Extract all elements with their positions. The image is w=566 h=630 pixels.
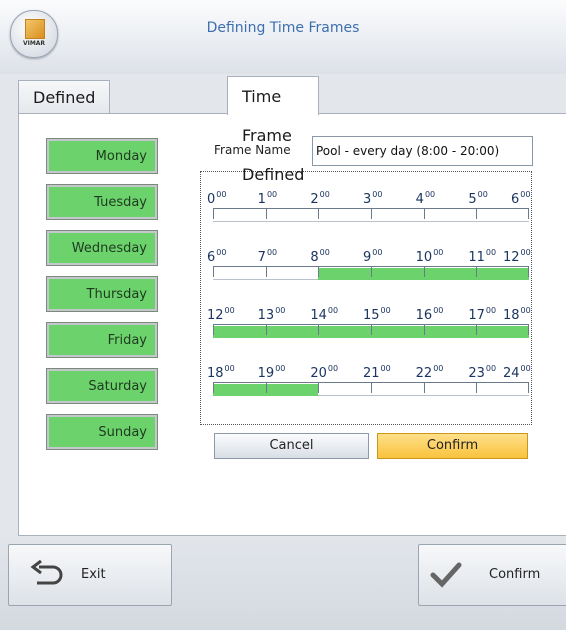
hour-label: 400 <box>415 190 436 207</box>
hour-tick <box>476 383 478 393</box>
hour-label: 1300 <box>257 306 286 323</box>
hour-label: 200 <box>310 190 330 207</box>
hour-tick <box>371 383 372 393</box>
hour-tick <box>213 325 214 335</box>
tab-time-frame-defined[interactable]: Time Frame Defined <box>227 76 320 184</box>
hour-tick <box>476 325 478 335</box>
hour-label: 500 <box>468 190 488 207</box>
hour-tick <box>265 325 267 335</box>
frame-name-input[interactable]: Pool - every day (8:00 - 20:00) <box>312 136 533 166</box>
hour-tick <box>371 209 372 219</box>
exit-button[interactable]: Exit <box>8 544 172 606</box>
title-bar: VIMAR Defining Time Frames <box>0 0 566 74</box>
hour-tick <box>265 267 267 277</box>
hour-tick <box>318 383 320 393</box>
day-button-wednesday[interactable]: Wednesday <box>46 230 158 266</box>
hour-tick <box>371 267 372 277</box>
day-button-sunday[interactable]: Sunday <box>46 414 158 450</box>
hour-label: 1900 <box>257 364 286 381</box>
hour-scale[interactable] <box>213 208 529 222</box>
hour-tick <box>265 209 267 219</box>
checkmark-icon <box>430 562 462 588</box>
day-button-thursday[interactable]: Thursday <box>46 276 158 312</box>
hour-tick <box>213 267 214 277</box>
hour-tick <box>318 209 320 219</box>
hour-label: 000 <box>207 190 227 207</box>
hour-scale[interactable] <box>213 324 529 338</box>
hour-label: 1500 <box>363 306 391 323</box>
hour-tick <box>528 325 529 335</box>
dialog-window: VIMAR Defining Time Frames Defined Time … <box>0 0 566 630</box>
timeline-box: 000 100 200 300 400 500 600 600 700 800 900 1000 11… <box>200 171 532 425</box>
hour-tick <box>476 267 478 277</box>
hour-label: 1100 <box>468 248 497 265</box>
footer-confirm-label: Confirm <box>489 567 541 582</box>
hour-label: 1200 <box>207 306 235 323</box>
hour-label: 1200 <box>503 248 531 265</box>
hour-label: 300 <box>363 190 383 207</box>
hour-tick <box>528 209 529 219</box>
hour-scale[interactable] <box>213 266 529 280</box>
hour-tick <box>476 209 478 219</box>
window-title: Defining Time Frames <box>206 20 360 36</box>
hour-label: 700 <box>257 248 278 265</box>
hour-label: 2100 <box>363 364 391 381</box>
hour-tick <box>528 383 529 393</box>
hour-label: 2000 <box>310 364 339 381</box>
hour-tick <box>423 325 425 335</box>
footer-confirm-button[interactable]: Confirm <box>418 544 566 606</box>
day-button-monday[interactable]: Monday <box>46 138 158 174</box>
hour-label: 1000 <box>415 248 444 265</box>
hour-tick <box>423 209 425 219</box>
hour-tick <box>265 383 267 393</box>
hour-tick <box>423 383 425 393</box>
hour-tick <box>318 267 320 277</box>
hour-scale[interactable] <box>213 382 529 396</box>
hour-tick <box>528 267 529 277</box>
hour-label: 2300 <box>468 364 497 381</box>
hour-tick <box>213 209 214 219</box>
frame-name-value: Pool - every day (8:00 - 20:00) <box>316 144 500 158</box>
logo-text: VIMAR <box>22 40 46 47</box>
day-button-saturday[interactable]: Saturday <box>46 368 158 404</box>
hour-label: 900 <box>363 248 383 265</box>
hour-label: 600 <box>511 190 531 207</box>
hour-label: 2400 <box>503 364 531 381</box>
hour-tick <box>213 383 214 393</box>
hour-label: 600 <box>207 248 227 265</box>
exit-label: Exit <box>81 567 106 582</box>
hour-label: 1400 <box>310 306 339 323</box>
hour-label: 1600 <box>415 306 444 323</box>
hour-label: 1700 <box>468 306 497 323</box>
day-button-friday[interactable]: Friday <box>46 322 158 358</box>
footer-bar: Exit Confirm <box>0 536 566 630</box>
hour-tick <box>423 267 425 277</box>
confirm-button[interactable]: Confirm <box>377 433 528 459</box>
day-button-tuesday[interactable]: Tuesday <box>46 184 158 220</box>
hour-tick <box>318 325 320 335</box>
hour-tick <box>371 325 372 335</box>
hour-label: 1800 <box>207 364 235 381</box>
cancel-button[interactable]: Cancel <box>214 433 369 459</box>
hour-label: 800 <box>310 248 330 265</box>
hour-label: 1800 <box>503 306 531 323</box>
tab-defined-time-frames[interactable]: Defined Time Frames <box>18 80 111 175</box>
undo-arrow-icon <box>30 559 63 585</box>
hour-label: 2200 <box>415 364 444 381</box>
